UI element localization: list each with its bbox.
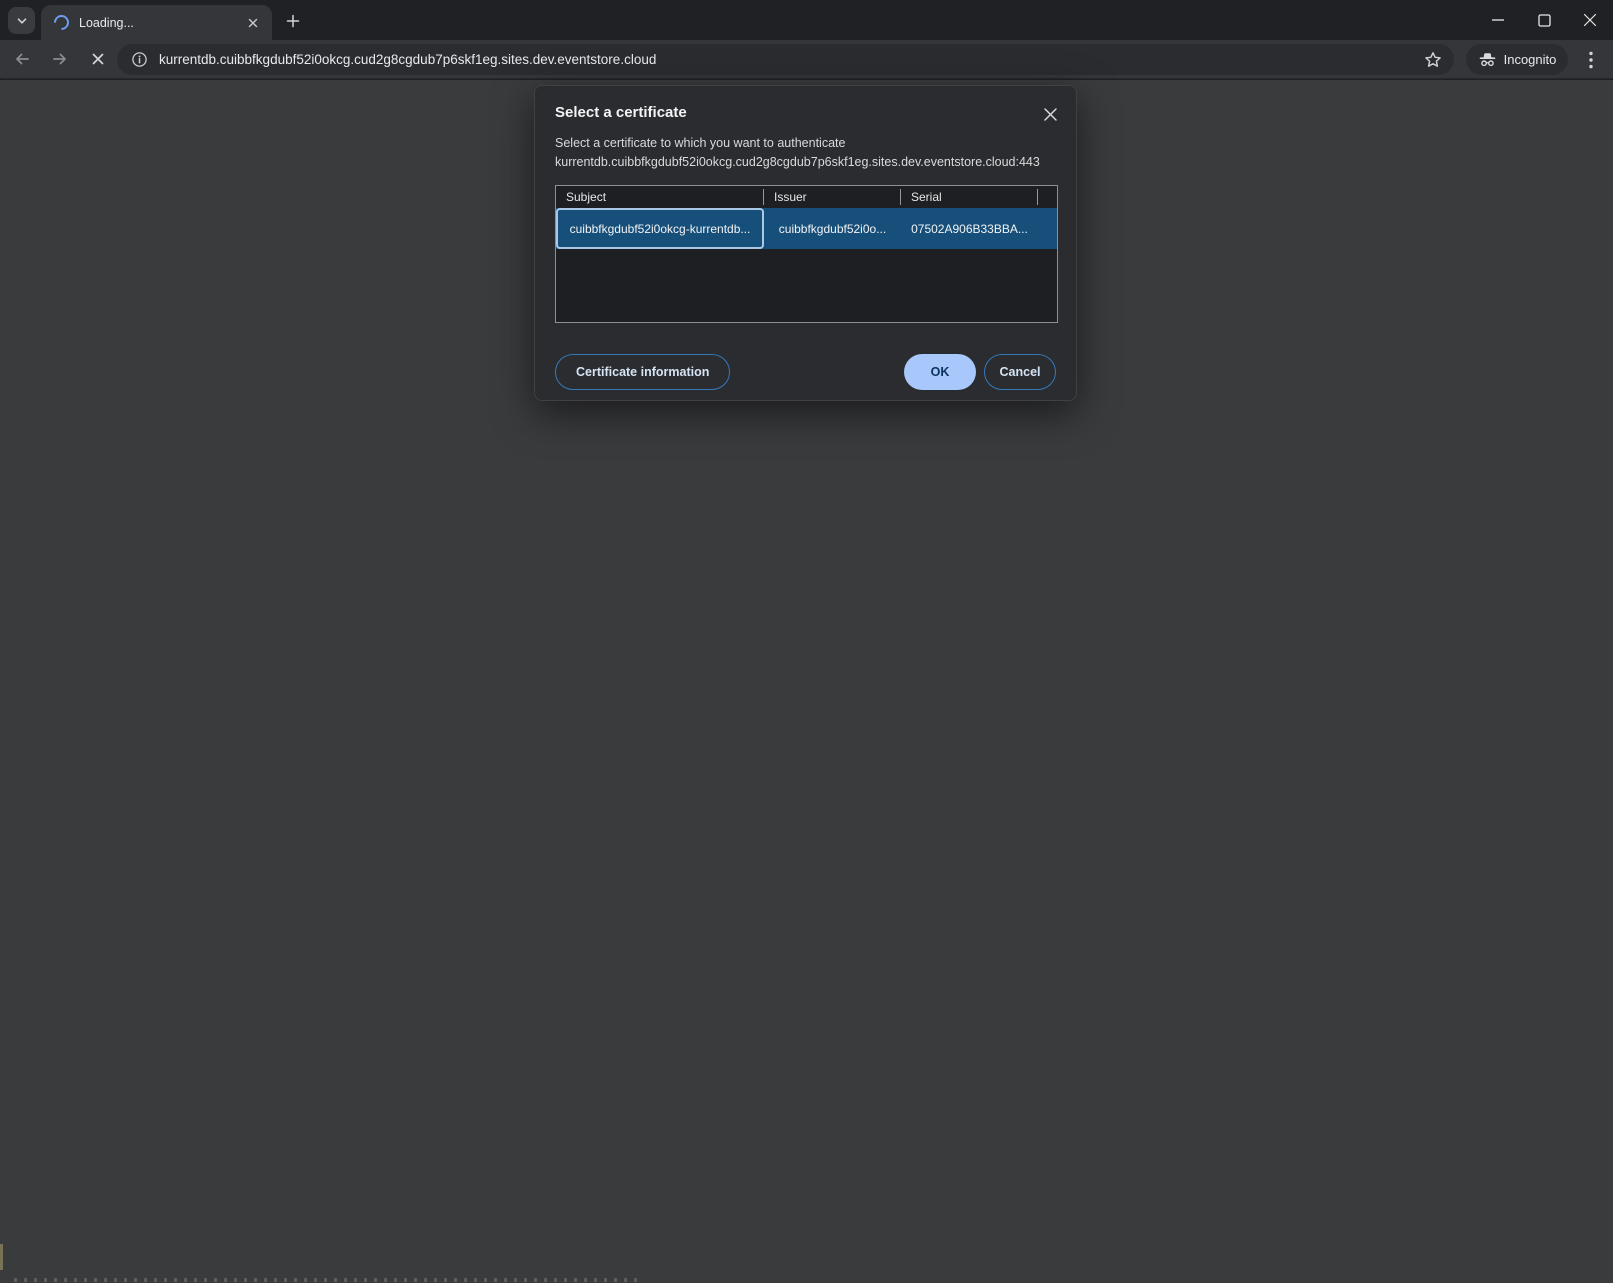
forward-button[interactable] [44, 43, 76, 75]
address-bar[interactable]: kurrentdb.cuibbfkgdubf52i0okcg.cud2g8cgd… [117, 44, 1454, 75]
certificate-subject-cell[interactable]: cuibbfkgdubf52i0okcg-kurrentdb... [556, 208, 764, 249]
column-header-subject: Subject [556, 189, 764, 205]
tab-close-icon[interactable] [244, 14, 262, 32]
stop-x-icon [90, 51, 106, 67]
incognito-badge: Incognito [1466, 44, 1568, 75]
ok-button[interactable]: OK [904, 354, 976, 390]
dialog-actions: Certificate information OK Cancel [555, 354, 1056, 390]
select-certificate-dialog: Select a certificate Select a certificat… [534, 85, 1077, 401]
close-icon [1043, 107, 1058, 122]
dialog-description-line1: Select a certificate to which you want t… [555, 135, 1058, 152]
tab-strip: Loading... [0, 0, 1613, 40]
stop-loading-button[interactable] [82, 43, 114, 75]
incognito-icon [1478, 51, 1497, 68]
certificate-information-button[interactable]: Certificate information [555, 354, 730, 390]
page-info-icon[interactable] [127, 48, 151, 72]
dialog-description-host: kurrentdb.cuibbfkgdubf52i0okcg.cud2g8cgd… [555, 154, 1058, 171]
certificate-table-header: Subject Issuer Serial [556, 186, 1057, 208]
column-header-issuer: Issuer [764, 189, 901, 205]
column-header-serial: Serial [901, 189, 1038, 205]
browser-menu-button[interactable] [1576, 44, 1606, 75]
maximize-icon [1538, 14, 1551, 27]
back-arrow-icon [13, 50, 31, 68]
browser-tab[interactable]: Loading... [41, 5, 272, 40]
back-button[interactable] [6, 43, 38, 75]
cancel-button[interactable]: Cancel [984, 354, 1056, 390]
certificate-issuer-cell[interactable]: cuibbfkgdubf52i0o... [764, 208, 901, 249]
close-icon [1583, 13, 1597, 27]
tab-search-button[interactable] [8, 7, 35, 34]
dialog-close-button[interactable] [1040, 104, 1060, 124]
window-controls [1475, 0, 1613, 40]
new-tab-button[interactable] [281, 9, 305, 33]
chevron-down-icon [14, 13, 30, 29]
forward-arrow-icon [51, 50, 69, 68]
minimize-button[interactable] [1475, 0, 1521, 40]
left-edge-artifact [0, 1244, 3, 1270]
certificate-row[interactable]: cuibbfkgdubf52i0okcg-kurrentdb... cuibbf… [556, 208, 1057, 249]
tab-title: Loading... [79, 16, 244, 30]
certificate-table: Subject Issuer Serial cuibbfkgdubf52i0ok… [555, 185, 1058, 323]
maximize-button[interactable] [1521, 0, 1567, 40]
loading-spinner-icon [51, 12, 72, 33]
plus-icon [285, 13, 301, 29]
close-window-button[interactable] [1567, 0, 1613, 40]
incognito-label: Incognito [1504, 52, 1557, 67]
browser-window: Loading... [0, 0, 1613, 1283]
url-text[interactable]: kurrentdb.cuibbfkgdubf52i0okcg.cud2g8cgd… [159, 52, 1420, 67]
minimize-icon [1491, 13, 1505, 27]
dialog-title: Select a certificate [555, 104, 687, 121]
browser-toolbar: kurrentdb.cuibbfkgdubf52i0okcg.cud2g8cgd… [0, 40, 1613, 79]
bookmark-star-icon[interactable] [1420, 47, 1446, 73]
certificate-serial-cell[interactable]: 07502A906B33BBA... [901, 208, 1038, 249]
kebab-menu-icon [1589, 51, 1593, 69]
bottom-edge-artifact [14, 1278, 644, 1282]
